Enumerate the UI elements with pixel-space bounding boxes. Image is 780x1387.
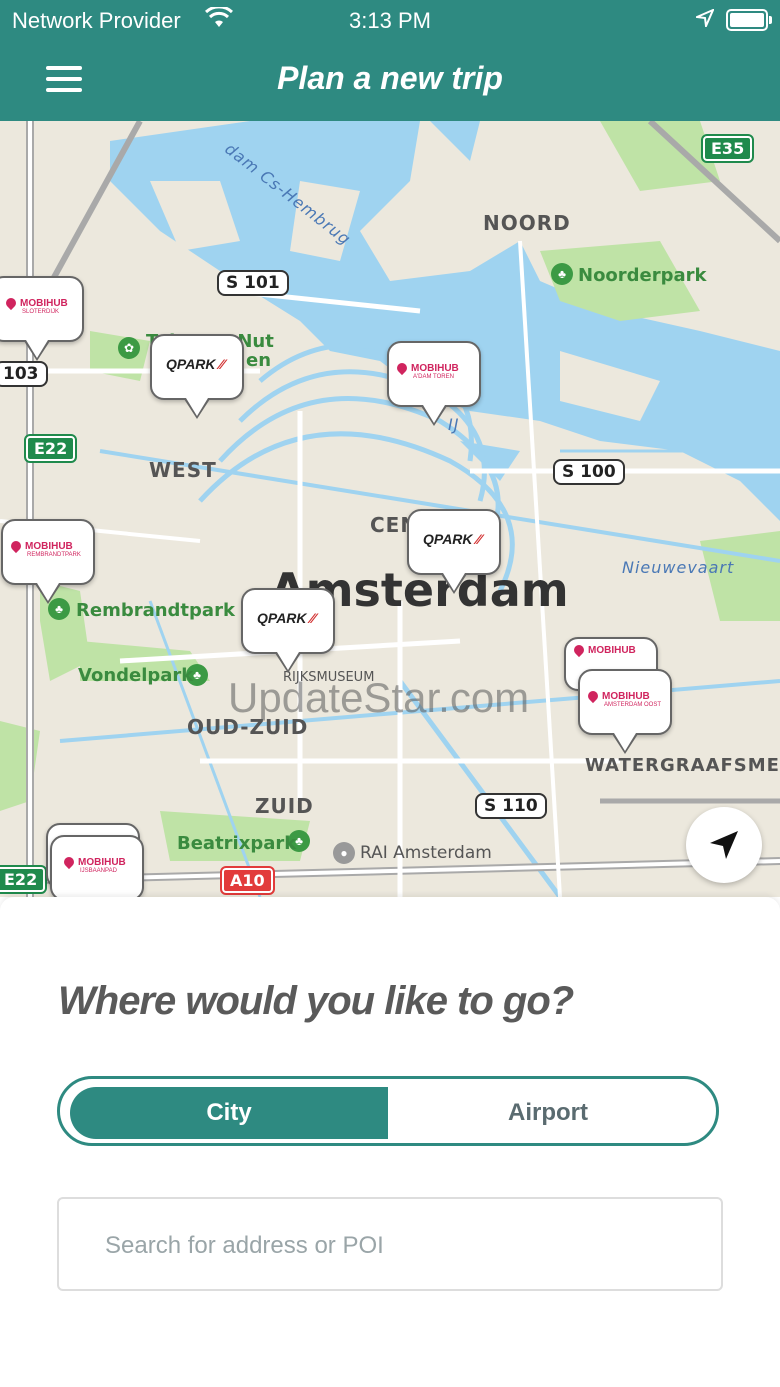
venue-icon: ● (333, 842, 355, 864)
district-zuid: ZUID (255, 794, 314, 818)
search-box (57, 1197, 723, 1291)
mobihub-marker-sloterdijk[interactable]: MOBIHUB SLOTERDIJK (0, 276, 84, 361)
district-watergraafsmeer: WATERGRAAFSMEER (585, 755, 780, 776)
road-sign-s110: S 110 (475, 793, 547, 819)
poi-rai-amsterdam: RAI Amsterdam (360, 843, 492, 863)
segment-city[interactable]: City (70, 1087, 388, 1139)
bottom-sheet: Where would you like to go? City Airport (0, 897, 780, 1387)
mobihub-marker-rembrandtpark[interactable]: MOBIHUB REMBRANDTPARK (1, 519, 95, 604)
location-arrow-icon (696, 9, 714, 27)
top-bar: Network Provider 3:13 PM Plan a new trip (0, 0, 780, 121)
mobihub-marker-amsterdam-oost[interactable]: MOBIHUB AMSTERDAM OOST (578, 669, 672, 754)
qpark-marker-west[interactable]: QPARK ⁄⁄ (150, 334, 244, 419)
watermark: UpdateStar.com (228, 674, 530, 721)
qpark-marker-centrum[interactable]: QPARK ⁄⁄ (407, 509, 501, 594)
road-sign-103: 103 (0, 361, 48, 387)
garden-icon: ✿ (118, 337, 140, 359)
road-sign-e22-south: E22 (0, 865, 48, 894)
park-noorderpark: Noorderpark (578, 265, 707, 286)
water-label-ij: IJ (448, 415, 460, 434)
page-title: Plan a new trip (277, 60, 503, 96)
navigation-arrow-icon (710, 831, 738, 859)
mobihub-marker-ijsbaanpad[interactable]: MOBIHUB IJSBAANPAD (50, 835, 144, 897)
search-input[interactable] (103, 1223, 667, 1269)
road-sign-s100: S 100 (553, 459, 625, 485)
status-bar: Network Provider 3:13 PM (0, 0, 780, 40)
locate-me-button[interactable] (686, 807, 762, 883)
district-noord: NOORD (483, 211, 571, 235)
destination-question: Where would you like to go? (58, 979, 574, 1023)
map-view[interactable]: dam Cs-Hembrug IJ Nieuwevaart NOORD WEST… (0, 121, 780, 897)
park-rembrandtpark: Rembrandtpark (76, 600, 235, 621)
map-base (0, 121, 780, 897)
poi-tuin-van-nut-line2: en (246, 350, 272, 371)
water-label-nieuwevaart: Nieuwevaart (622, 558, 735, 577)
mobihub-marker-adam-toren[interactable]: MOBIHUB A'DAM TOREN (387, 341, 481, 426)
battery-icon (726, 9, 772, 31)
park-beatrixpark: Beatrixpark (177, 833, 297, 854)
district-west: WEST (149, 458, 217, 482)
park-icon: ♣ (551, 263, 573, 285)
trip-type-segmented-control: City Airport (57, 1076, 719, 1146)
segment-airport[interactable]: Airport (390, 1087, 706, 1139)
qpark-marker-museum[interactable]: QPARK ⁄⁄ (241, 588, 335, 673)
road-sign-s101: S 101 (217, 270, 289, 296)
park-vondelpark: Vondelpark (78, 665, 194, 686)
clock: 3:13 PM (349, 8, 431, 33)
road-sign-e35: E35 (700, 134, 755, 163)
road-sign-e22: E22 (23, 434, 78, 463)
road-sign-a10: A10 (220, 866, 275, 895)
